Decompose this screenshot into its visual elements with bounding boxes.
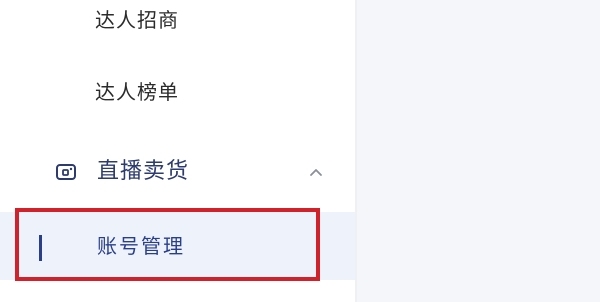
screen: 达人招商 达人榜单 直播卖货 账号管理 bbox=[0, 0, 600, 302]
sidebar-group-label: 直播卖货 bbox=[97, 159, 190, 184]
live-stream-icon bbox=[54, 160, 78, 184]
sidebar-item-influencer-rankings[interactable]: 达人榜单 bbox=[95, 80, 179, 104]
main-content-area bbox=[357, 0, 600, 302]
sidebar-group-live-selling[interactable]: 直播卖货 bbox=[0, 150, 355, 194]
sidebar-nav: 达人招商 达人榜单 直播卖货 账号管理 bbox=[0, 0, 355, 302]
sidebar-item-influencer-recruiting[interactable]: 达人招商 bbox=[95, 8, 179, 32]
chevron-up-icon[interactable] bbox=[306, 162, 326, 182]
highlight-box bbox=[15, 208, 320, 281]
